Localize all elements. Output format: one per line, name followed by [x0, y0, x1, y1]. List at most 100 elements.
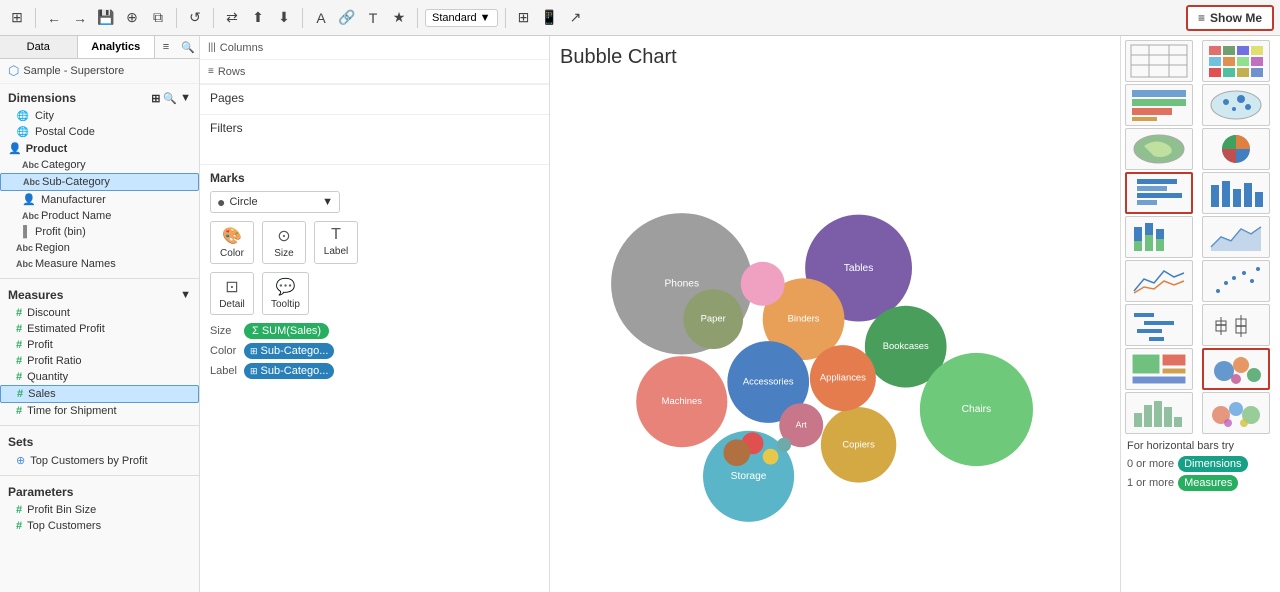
tooltip-button[interactable]: 💬 Tooltip [262, 272, 309, 315]
marks-type-dropdown[interactable]: ● Circle ▼ [210, 191, 340, 213]
color-icon: 🎨 [222, 226, 242, 246]
dim-product-name[interactable]: Abc Product Name [0, 208, 199, 224]
sub-cat-color-pill[interactable]: ⊞ Sub-Catego... [244, 343, 334, 359]
rows-shelf: ≡ Rows [200, 60, 549, 84]
measures-header: Measures ▼ [0, 285, 199, 305]
chart-thumb-box-plot[interactable] [1202, 304, 1270, 346]
chart-thumb-treemap[interactable] [1125, 348, 1193, 390]
device-icon[interactable]: 📱 [539, 7, 561, 29]
dim-postal-code[interactable]: 🌐 Postal Code [0, 124, 199, 140]
chart-thumb-line[interactable] [1125, 260, 1193, 302]
bubble-furnishings[interactable] [723, 439, 750, 466]
measure-discount[interactable]: # Discount [0, 305, 199, 321]
dim-measure-names[interactable]: Abc Measure Names [0, 256, 199, 272]
dim-product-group[interactable]: 👤 Product [0, 140, 199, 157]
chart-thumb-symbol-map[interactable] [1202, 84, 1270, 126]
section-divider-1 [0, 278, 199, 279]
format-icon[interactable]: A [310, 7, 332, 29]
chart-thumb-highlight[interactable] [1125, 84, 1193, 126]
star-icon[interactable]: ★ [388, 7, 410, 29]
detail-button[interactable]: ⊡ Detail [210, 272, 254, 315]
standard-dropdown[interactable]: Standard ▼ [425, 9, 498, 27]
chart-thumb-horiz-bar[interactable] [1125, 172, 1193, 214]
bubble-fasteners[interactable] [763, 449, 779, 465]
link-icon[interactable]: 🔗 [336, 7, 358, 29]
chart-thumb-heat-map[interactable] [1202, 40, 1270, 82]
apps-icon[interactable]: ⊞ [6, 7, 28, 29]
show-me-button[interactable]: ≡ Show Me [1186, 5, 1274, 31]
chart-thumb-text-table[interactable] [1125, 40, 1193, 82]
measure-time-for-shipment[interactable]: # Time for Shipment [0, 403, 199, 419]
sort-asc-icon[interactable]: ⬆ [247, 7, 269, 29]
circle-mark-icon: ● [217, 194, 225, 210]
dim-city[interactable]: 🌐 City [0, 108, 199, 124]
undo-icon[interactable]: ↺ [184, 7, 206, 29]
hash-icon-2: # [16, 323, 22, 335]
dim-search-icon[interactable]: 🔍 [163, 92, 177, 105]
dim-profit-bin[interactable]: ▐ Profit (bin) [0, 224, 199, 240]
forward-icon[interactable]: → [69, 7, 91, 29]
dim-category[interactable]: Abc Category [0, 157, 199, 173]
chart-thumb-histogram[interactable] [1125, 392, 1193, 434]
size-button[interactable]: ⊙ Size [262, 221, 306, 264]
dim-manufacturer[interactable]: 👤 Manufacturer [0, 191, 199, 208]
chart-thumb-scatter[interactable] [1202, 260, 1270, 302]
measure-quantity[interactable]: # Quantity [0, 369, 199, 385]
measure-profit[interactable]: # Profit [0, 337, 199, 353]
chart-shelves: ||| Columns ≡ Rows [200, 36, 549, 85]
chart-thumb-stacked-bar[interactable] [1125, 216, 1193, 258]
hint-dimensions-prefix: 0 or more [1127, 458, 1174, 470]
bubble-labels[interactable] [777, 438, 791, 452]
measure-sales[interactable]: # Sales [0, 385, 199, 403]
tab-analytics[interactable]: Analytics [78, 36, 156, 58]
chart-thumb-bubble[interactable] [1202, 348, 1270, 390]
dim-sub-category[interactable]: Abc Sub-Category [0, 173, 199, 191]
globe-icon-2: 🌐 [16, 127, 30, 138]
tab-data[interactable]: Data [0, 36, 78, 58]
pills-container: Size Σ SUM(Sales) Color ⊞ Sub-Catego... [210, 323, 539, 379]
measure-profit-ratio[interactable]: # Profit Ratio [0, 353, 199, 369]
duplicate-icon[interactable]: ⧉ [147, 7, 169, 29]
grid-view-icon[interactable]: ⊞ [151, 92, 160, 105]
rows-icon: ≡ [208, 66, 214, 77]
measures-badge: Measures [1178, 475, 1238, 491]
color-button[interactable]: 🎨 Color [210, 221, 254, 264]
param-profit-bin-size[interactable]: # Profit Bin Size [0, 502, 199, 518]
chart-thumb-bar[interactable] [1202, 172, 1270, 214]
param-top-customers[interactable]: # Top Customers [0, 518, 199, 534]
measures-label: Measures [8, 288, 63, 302]
marks-section: Marks ● Circle ▼ 🎨 Color ⊙ Size [200, 165, 549, 592]
dim-expand-icon[interactable]: ▼ [180, 92, 191, 105]
chart-thumb-area[interactable] [1202, 216, 1270, 258]
share-icon[interactable]: ↗ [565, 7, 587, 29]
pages-section: Pages [200, 85, 549, 115]
measure-estimated-profit[interactable]: # Estimated Profit [0, 321, 199, 337]
panel-options-icon[interactable]: ≡ [155, 36, 177, 58]
hash-icon-8: # [16, 504, 22, 516]
chart-thumb-gantt[interactable] [1125, 304, 1193, 346]
label-button[interactable]: T Label [314, 221, 358, 264]
bubble-pink-small[interactable] [741, 262, 785, 306]
swap-icon[interactable]: ⇄ [221, 7, 243, 29]
sub-cat-label-pill[interactable]: ⊞ Sub-Catego... [244, 363, 334, 379]
toolbar-separator-6 [505, 8, 506, 28]
sum-sales-pill[interactable]: Σ SUM(Sales) [244, 323, 329, 339]
measures-expand-icon[interactable]: ▼ [180, 289, 191, 301]
sort-desc-icon[interactable]: ⬇ [273, 7, 295, 29]
text-icon[interactable]: T [362, 7, 384, 29]
view-icon[interactable]: ⊞ [513, 7, 535, 29]
chart-thumb-packed-bubbles[interactable] [1202, 392, 1270, 434]
bubble-paper-label: Paper [701, 313, 726, 324]
chart-thumb-pie[interactable] [1202, 128, 1270, 170]
search-icon[interactable]: 🔍 [177, 36, 199, 58]
save-icon[interactable]: 💾 [95, 7, 117, 29]
standard-label: Standard [432, 12, 477, 24]
chart-thumb-filled-map[interactable] [1125, 128, 1193, 170]
chart-title: Bubble Chart [560, 46, 1110, 69]
parameters-header: Parameters [0, 482, 199, 502]
marks-type-row: ● Circle ▼ [210, 191, 539, 213]
back-icon[interactable]: ← [43, 7, 65, 29]
dim-region[interactable]: Abc Region [0, 240, 199, 256]
new-datasource-icon[interactable]: ⊕ [121, 7, 143, 29]
set-top-customers[interactable]: ⊕ Top Customers by Profit [0, 452, 199, 469]
